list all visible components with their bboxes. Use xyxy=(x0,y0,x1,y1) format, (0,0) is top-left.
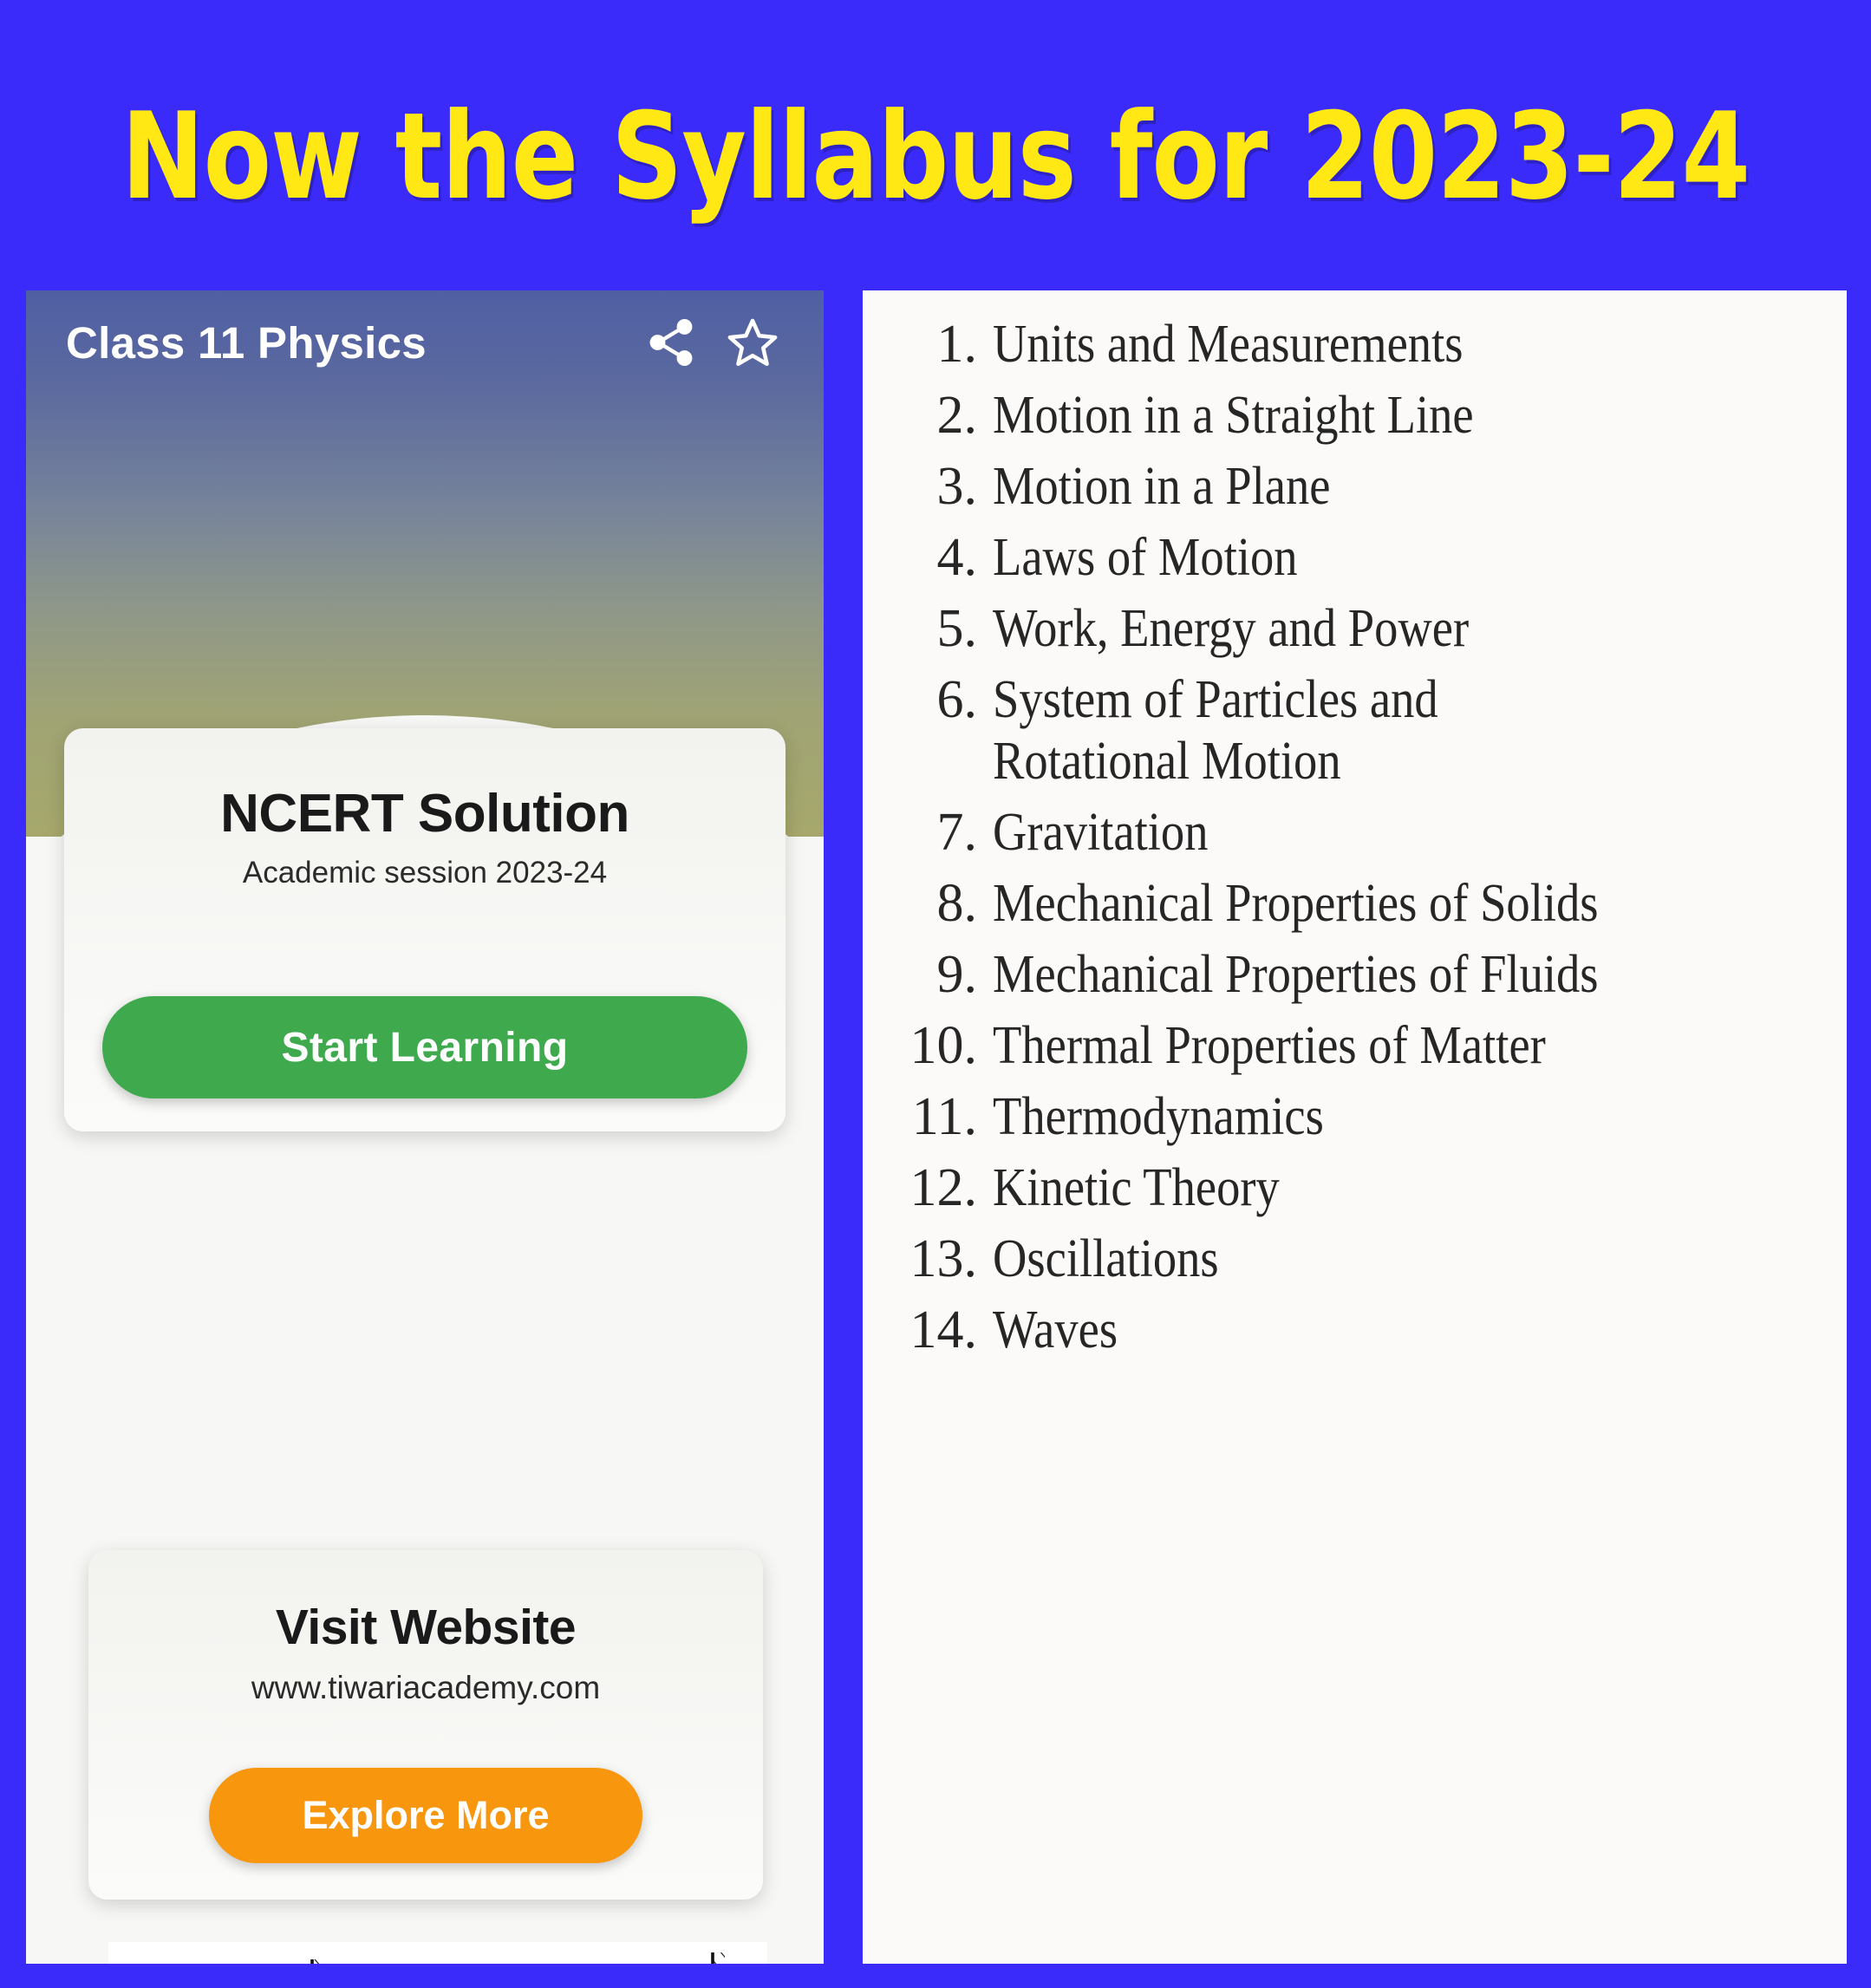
syllabus-item-label: System of Particles and Rotational Motio… xyxy=(993,669,1438,792)
visit-website-card: Visit Website www.tiwariacademy.com Expl… xyxy=(88,1550,763,1900)
syllabus-item-label: Thermodynamics xyxy=(993,1086,1324,1146)
syllabus-item-number: 3. xyxy=(936,456,978,516)
syllabus-item: 14. Waves xyxy=(863,1295,1847,1366)
syllabus-item-number: 8. xyxy=(936,874,978,934)
syllabus-item: 8. Mechanical Properties of Solids xyxy=(863,869,1847,940)
syllabus-item-number: 6. xyxy=(936,669,978,729)
syllabus-item-number: 10. xyxy=(909,1016,978,1076)
ncert-solution-card: NCERT Solution Academic session 2023-24 … xyxy=(64,728,786,1131)
syllabus-item: 3. Motion in a Plane xyxy=(863,452,1847,523)
syllabus-item-number: 4. xyxy=(936,527,978,587)
syllabus-item-number: 2. xyxy=(936,385,978,445)
syllabus-item-label: Gravitation xyxy=(993,803,1209,863)
elastic-collision-with-wall-diagram: u u y x u u xyxy=(108,1942,767,1964)
syllabus-item-number: 7. xyxy=(936,803,978,863)
syllabus-item-label: Oscillations xyxy=(993,1229,1219,1288)
syllabus-item-label: Laws of Motion xyxy=(993,527,1298,587)
syllabus-item: 1. Units and Measurements xyxy=(863,310,1847,381)
syllabus-item-label: Kinetic Theory xyxy=(993,1157,1280,1217)
syllabus-item-number: 9. xyxy=(936,945,978,1005)
syllabus-list: 1. Units and Measurements 2. Motion in a St… xyxy=(863,310,1847,1366)
website-card-url: www.tiwariacademy.com xyxy=(251,1670,601,1705)
syllabus-item: 13. Oscillations xyxy=(863,1224,1847,1295)
syllabus-item: 11. Thermodynamics xyxy=(863,1082,1847,1153)
app-bar: Class 11 Physics xyxy=(26,290,824,394)
poster-root: Now the Syllabus for 2023-24 Class 11 Ph… xyxy=(0,0,1871,1988)
syllabus-item-label: Work, Energy and Power xyxy=(993,598,1470,658)
syllabus-item: 12. Kinetic Theory xyxy=(863,1153,1847,1224)
app-bar-title: Class 11 Physics xyxy=(66,317,427,368)
explore-more-button[interactable]: Explore More xyxy=(209,1768,642,1863)
syllabus-item-number: 13. xyxy=(909,1229,978,1288)
syllabus-item-number: 11. xyxy=(911,1086,977,1146)
share-icon[interactable] xyxy=(640,311,702,374)
syllabus-item-label: Motion in a Plane xyxy=(993,456,1331,516)
syllabus-item-label: Units and Measurements xyxy=(993,315,1464,374)
ncert-card-title: NCERT Solution xyxy=(220,784,629,844)
syllabus-item: 2. Motion in a Straight Line xyxy=(863,381,1847,452)
syllabus-item-number: 14. xyxy=(909,1300,978,1359)
syllabus-item-number: 1. xyxy=(936,315,978,374)
page-title: Now the Syllabus for 2023-24 xyxy=(121,87,1750,226)
syllabus-item-label: Motion in a Straight Line xyxy=(993,385,1474,445)
syllabus-item-label: Mechanical Properties of Fluids xyxy=(993,945,1599,1005)
star-outline-icon[interactable] xyxy=(721,311,784,374)
syllabus-item: 6. System of Particles and Rotational Mot… xyxy=(863,665,1847,798)
start-learning-button[interactable]: Start Learning xyxy=(102,996,747,1098)
syllabus-item: 7. Gravitation xyxy=(863,798,1847,869)
syllabus-item: 4. Laws of Motion xyxy=(863,523,1847,594)
syllabus-item: 10. Thermal Properties of Matter xyxy=(863,1011,1847,1082)
syllabus-item-label: Thermal Properties of Matter xyxy=(993,1016,1546,1076)
syllabus-item-number: 5. xyxy=(936,598,978,658)
syllabus-item: 5. Work, Energy and Power xyxy=(863,594,1847,665)
syllabus-panel: 1. Units and Measurements 2. Motion in a St… xyxy=(863,290,1847,1964)
syllabus-item-number: 12. xyxy=(909,1157,978,1217)
website-card-title: Visit Website xyxy=(275,1600,577,1655)
syllabus-item-label: Mechanical Properties of Solids xyxy=(993,874,1599,934)
syllabus-item: 9. Mechanical Properties of Fluids xyxy=(863,940,1847,1011)
syllabus-item-label: Waves xyxy=(993,1300,1118,1359)
app-screenshot-mockup: Class 11 Physics NCERT Solution Academic… xyxy=(26,290,824,1964)
ncert-card-subtitle: Academic session 2023-24 xyxy=(242,855,608,890)
